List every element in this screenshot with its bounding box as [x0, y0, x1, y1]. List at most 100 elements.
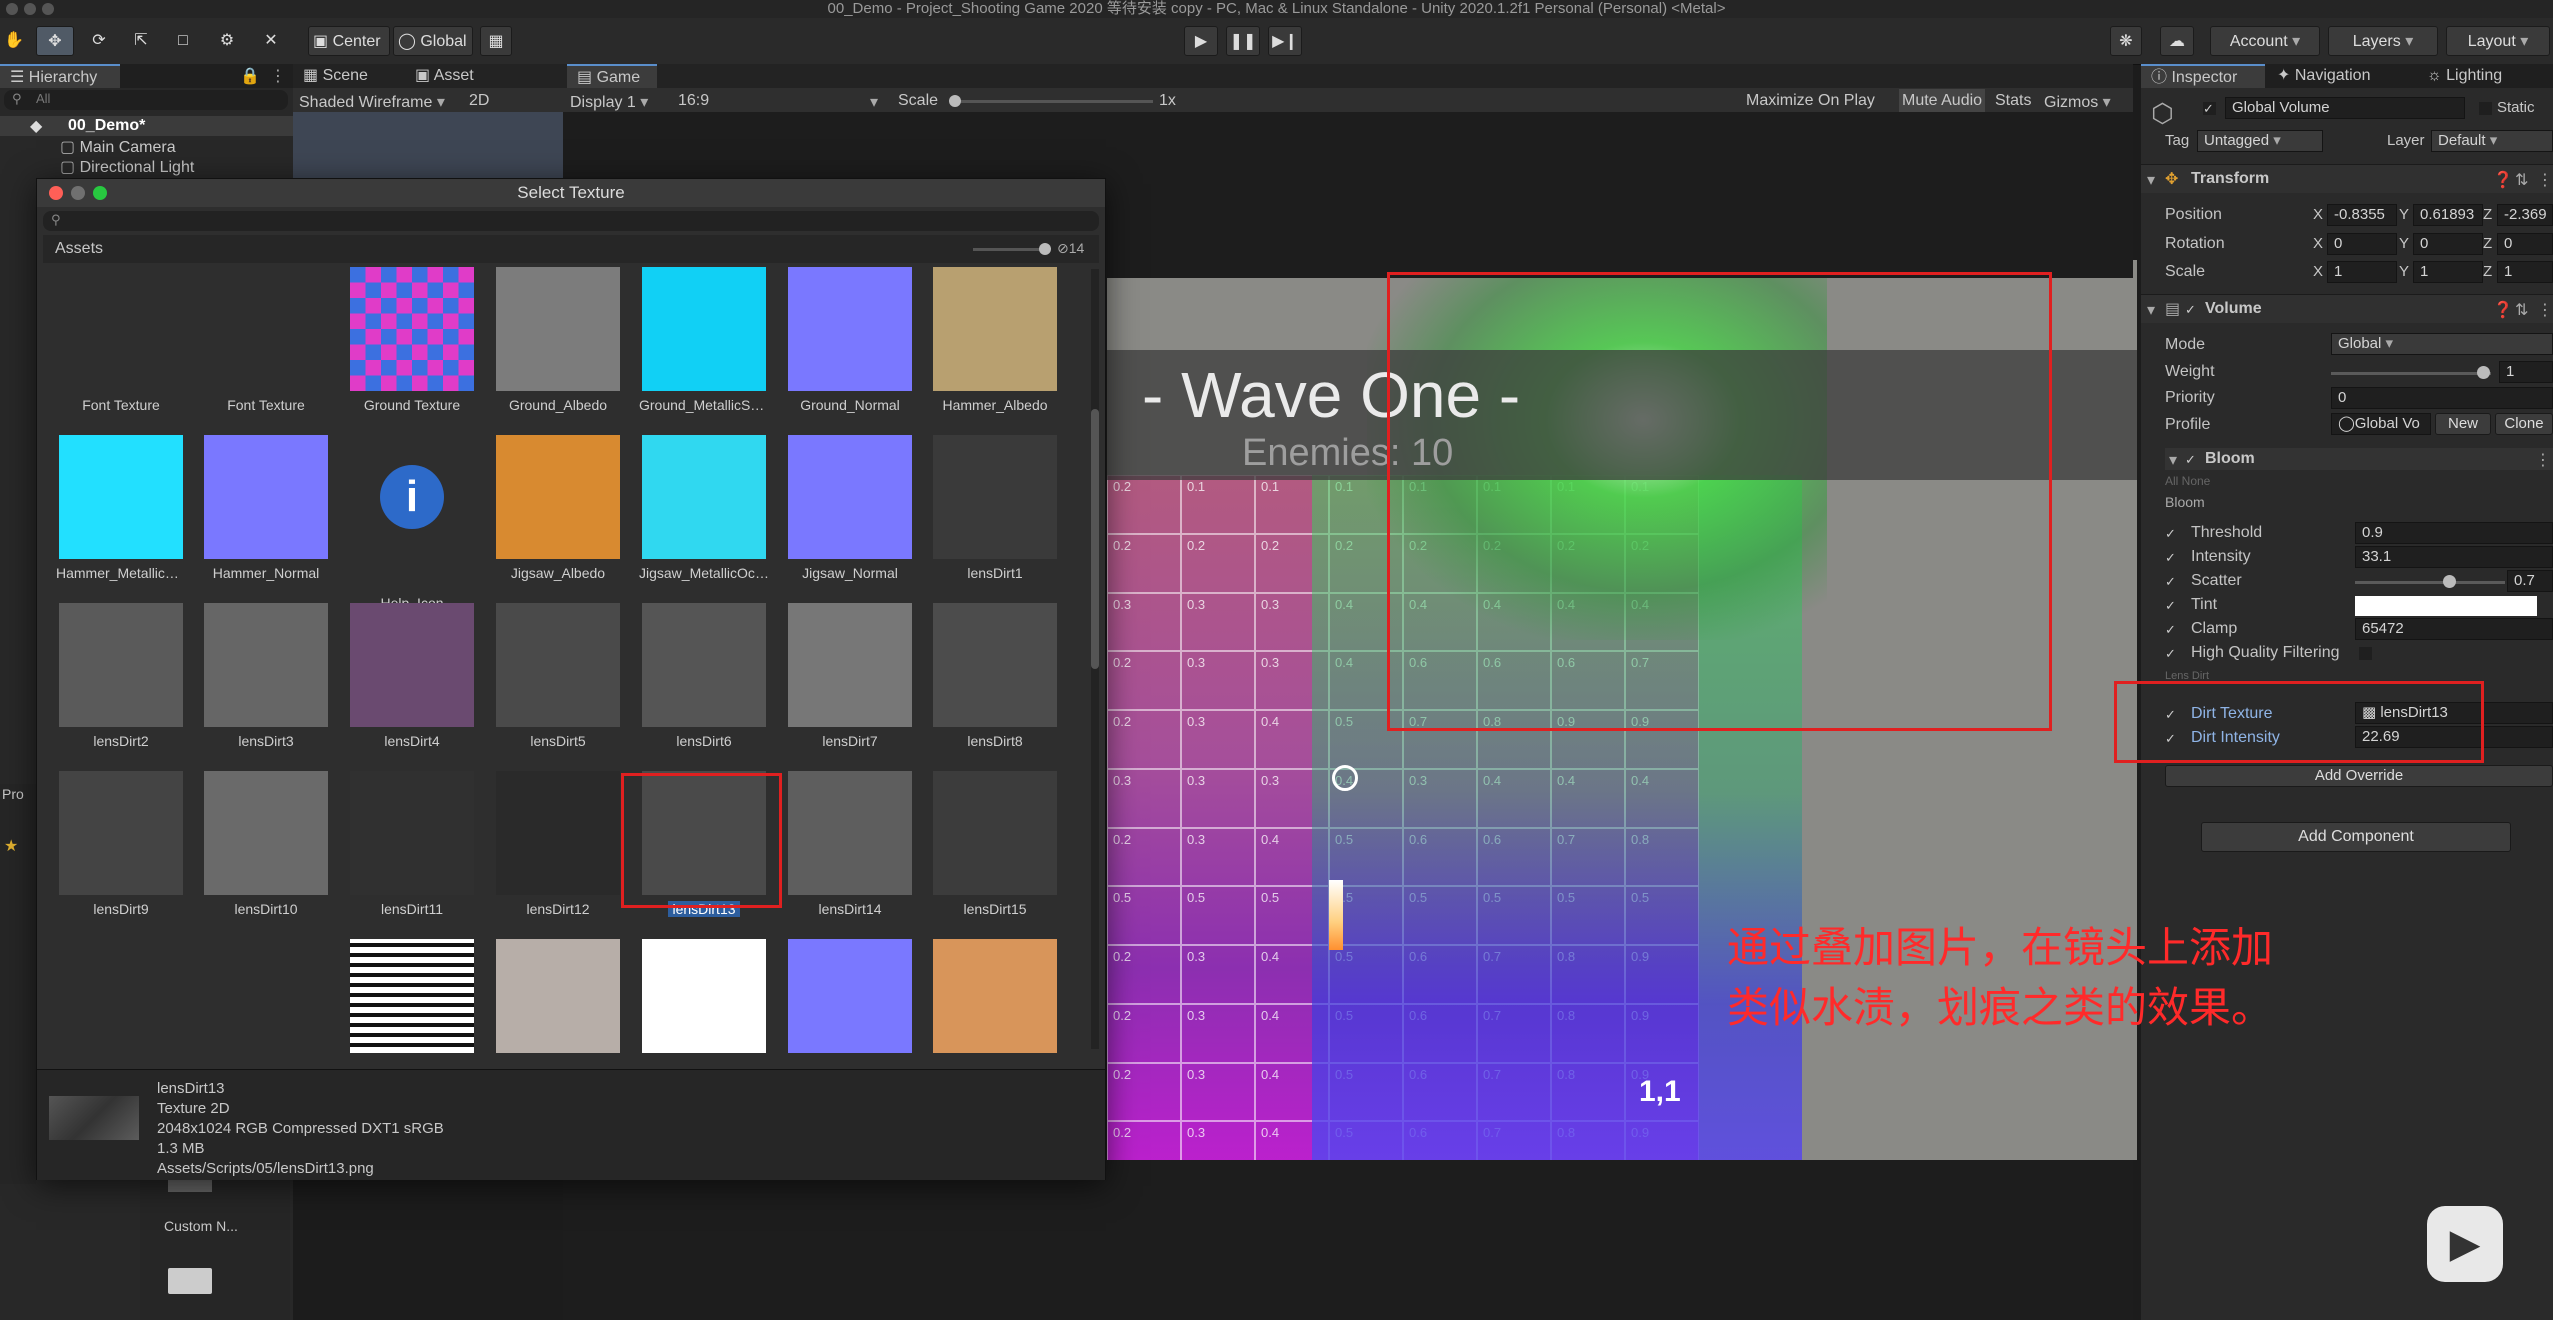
all-none-toggle[interactable]: All None: [2165, 474, 2210, 488]
texture-asset-item[interactable]: lensDirt2: [56, 603, 186, 763]
texture-asset-item[interactable]: lensDirt12: [493, 771, 623, 931]
add-component-button[interactable]: Add Component: [2201, 822, 2511, 852]
mute-audio-toggle[interactable]: Mute Audio: [1899, 89, 1986, 113]
hierarchy-search-input[interactable]: ⚲ All: [4, 90, 288, 110]
texture-asset-item[interactable]: Hammer_Normal: [201, 435, 331, 595]
thumbnail-size-slider[interactable]: [973, 248, 1043, 251]
stats-toggle[interactable]: Stats: [1995, 92, 2031, 110]
scale-z-field[interactable]: 1: [2497, 261, 2553, 283]
tab-game[interactable]: ▤ Game: [567, 64, 657, 88]
tint-color-swatch[interactable]: [2355, 596, 2537, 616]
texture-asset-item[interactable]: Metal_Normal: [785, 939, 915, 1053]
layout-dropdown[interactable]: Layout: [2446, 26, 2550, 56]
override-checkbox[interactable]: ✓: [2165, 527, 2178, 540]
clamp-field[interactable]: 65472: [2355, 618, 2553, 640]
intensity-field[interactable]: 33.1: [2355, 546, 2553, 568]
texture-asset-item[interactable]: Jigsaw_MetallicOcclusion: [639, 435, 769, 595]
hierarchy-item[interactable]: ▢ Directional Light: [60, 157, 194, 177]
texture-asset-item[interactable]: OSB_Albedo: [930, 939, 1060, 1053]
volume-enabled-checkbox[interactable]: ✓: [2185, 303, 2198, 316]
mode-dropdown[interactable]: Global: [2331, 333, 2553, 355]
preset-icon[interactable]: ⇅: [2515, 300, 2528, 320]
texture-asset-item[interactable]: Hammer_Albedo: [930, 267, 1060, 427]
tab-asset-store[interactable]: ▣ Asset Store: [405, 64, 525, 88]
texture-asset-item[interactable]: LiberationSans_SDF: [347, 939, 477, 1053]
texture-asset-item[interactable]: lensDirt10: [201, 771, 331, 931]
move-tool-icon[interactable]: ✥: [36, 26, 74, 56]
tab-navigation[interactable]: ✦ Navigation: [2267, 64, 2417, 88]
texture-asset-item[interactable]: lensDirt3: [201, 603, 331, 763]
weight-slider[interactable]: [2331, 372, 2491, 375]
tab-project[interactable]: Pro: [2, 786, 24, 802]
new-profile-button[interactable]: New: [2435, 413, 2491, 435]
hidden-count[interactable]: ⊘14: [1057, 240, 1084, 257]
profile-field[interactable]: ◯Global Vo: [2331, 413, 2431, 435]
pivot-center-toggle[interactable]: ▣ Center: [308, 26, 390, 56]
foldout-arrow-icon[interactable]: ▾: [2169, 450, 2177, 470]
override-checkbox[interactable]: ✓: [2165, 599, 2178, 612]
2d-toggle[interactable]: 2D: [469, 92, 489, 110]
texture-asset-item[interactable]: lensDirt6: [639, 603, 769, 763]
override-checkbox[interactable]: ✓: [2165, 623, 2178, 636]
scene-row[interactable]: ◆ 00_Demo*: [0, 116, 293, 136]
transform-tool-icon[interactable]: ⚙: [210, 26, 244, 56]
kebab-menu-icon[interactable]: ⋮: [2537, 170, 2553, 190]
asset-scrollbar[interactable]: [1091, 269, 1099, 1049]
texture-asset-item[interactable]: Ground_Normal: [785, 267, 915, 427]
shading-mode-dropdown[interactable]: Shaded Wireframe: [299, 92, 445, 112]
scene-view[interactable]: [293, 112, 563, 182]
help-icon[interactable]: ❓: [2493, 300, 2513, 320]
minimize-window-icon[interactable]: [71, 186, 85, 200]
texture-asset-item[interactable]: Metal_Albedo: [493, 939, 623, 1053]
texture-asset-item[interactable]: lensDirt5: [493, 603, 623, 763]
texture-asset-item[interactable]: Hammer_MetallicSmoothness: [56, 435, 186, 595]
active-checkbox[interactable]: ✓: [2203, 102, 2216, 115]
help-icon[interactable]: ❓: [2493, 170, 2513, 190]
high-quality-filtering-checkbox[interactable]: [2359, 647, 2372, 660]
close-window-icon[interactable]: [49, 186, 63, 200]
texture-asset-item[interactable]: lensDirt4: [347, 603, 477, 763]
override-checkbox[interactable]: ✓: [2165, 647, 2178, 660]
tab-lighting[interactable]: ☼ Lighting: [2417, 64, 2553, 88]
clone-profile-button[interactable]: Clone: [2495, 413, 2553, 435]
scatter-slider[interactable]: [2355, 581, 2505, 584]
rotation-x-field[interactable]: 0: [2327, 233, 2397, 255]
texture-asset-item[interactable]: lensDirt14: [785, 771, 915, 931]
texture-asset-item[interactable]: lensDirt8: [930, 603, 1060, 763]
texture-asset-item[interactable]: Ground Texture: [347, 267, 477, 427]
scatter-slider-thumb[interactable]: [2443, 575, 2456, 588]
position-z-field[interactable]: -2.369: [2497, 204, 2553, 226]
rotate-tool-icon[interactable]: ⟳: [82, 26, 116, 56]
account-dropdown[interactable]: Account: [2210, 26, 2320, 56]
texture-search-input[interactable]: ⚲: [43, 211, 1099, 231]
texture-asset-item[interactable]: LiberationSans_Atlas: [201, 939, 331, 1053]
scale-y-field[interactable]: 1: [2413, 261, 2483, 283]
rotation-z-field[interactable]: 0: [2497, 233, 2553, 255]
tab-inspector[interactable]: ⓘ Inspector: [2141, 64, 2265, 88]
tab-scene[interactable]: ▦ Scene: [293, 64, 383, 88]
tag-dropdown[interactable]: Untagged: [2197, 130, 2323, 152]
rotation-y-field[interactable]: 0: [2413, 233, 2483, 255]
step-button[interactable]: ▶❙: [1268, 26, 1302, 56]
scale-slider-thumb[interactable]: [949, 95, 961, 107]
layer-dropdown[interactable]: Default: [2431, 130, 2553, 152]
pause-button[interactable]: ❚❚: [1226, 26, 1260, 56]
lock-icon[interactable]: 🔒: [240, 66, 260, 86]
threshold-field[interactable]: 0.9: [2355, 522, 2553, 544]
texture-asset-item[interactable]: lensDirt7: [785, 603, 915, 763]
scatter-field[interactable]: 0.7: [2507, 570, 2553, 592]
texture-asset-item[interactable]: iHelp_Icon: [347, 435, 477, 611]
thumbnail-size-thumb[interactable]: [1039, 243, 1051, 255]
texture-asset-item[interactable]: Ground_Albedo: [493, 267, 623, 427]
play-button[interactable]: ▶: [1184, 26, 1218, 56]
add-override-button[interactable]: Add Override: [2165, 765, 2553, 787]
volume-header[interactable]: ▾ ▤ ✓ Volume ❓ ⇅ ⋮: [2141, 294, 2553, 323]
kebab-menu-icon[interactable]: ⋮: [270, 66, 286, 86]
tab-hierarchy[interactable]: ☰ Hierarchy: [0, 64, 120, 88]
scale-slider[interactable]: [953, 100, 1153, 103]
position-y-field[interactable]: 0.61893: [2413, 204, 2483, 226]
scale-tool-icon[interactable]: ⇱: [124, 26, 158, 56]
texture-asset-item[interactable]: lensDirt15: [930, 771, 1060, 931]
gizmos-dropdown[interactable]: Gizmos: [2044, 92, 2111, 112]
static-checkbox[interactable]: [2479, 102, 2492, 115]
